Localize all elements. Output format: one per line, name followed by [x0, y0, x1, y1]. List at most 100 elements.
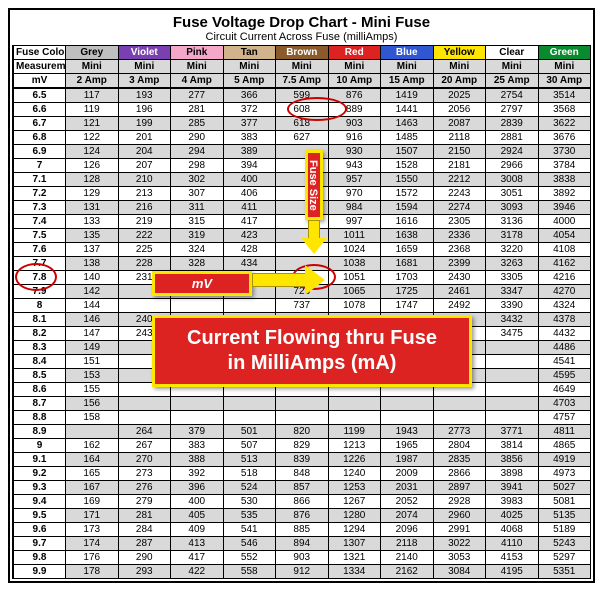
table-cell: 3390 — [486, 299, 539, 313]
col-color-violet: Violet — [118, 46, 171, 60]
table-cell: 1294 — [328, 523, 381, 537]
table-cell — [433, 355, 486, 369]
table-cell: 144 — [66, 299, 119, 313]
table-cell: 1307 — [328, 537, 381, 551]
table-cell — [486, 369, 539, 383]
row-mv: 8 — [13, 299, 66, 313]
table-cell: 4324 — [538, 299, 591, 313]
table-cell: 5243 — [538, 537, 591, 551]
table-cell — [118, 355, 171, 369]
table-cell: 1659 — [381, 243, 434, 257]
table-cell: 848 — [276, 467, 329, 481]
table-cell: 3305 — [486, 271, 539, 285]
table-cell: 319 — [171, 229, 224, 243]
table-cell: 328 — [171, 257, 224, 271]
table-cell: 2009 — [381, 467, 434, 481]
table-cell: 2960 — [433, 509, 486, 523]
table-cell: 1199 — [328, 425, 381, 439]
header-fuse-color: Fuse Color — [13, 46, 66, 60]
row-mv: 7.4 — [13, 215, 66, 229]
table-cell: 153 — [66, 369, 119, 383]
table-cell — [381, 397, 434, 411]
table-cell: 409 — [171, 523, 224, 537]
table-cell: 912 — [276, 565, 329, 579]
table-row: 916226738350782912131965280438144865 — [13, 439, 591, 453]
table-row: 7.814023133243910511703243033054216 — [13, 271, 591, 285]
table-cell: 943 — [328, 159, 381, 173]
table-cell: 3051 — [486, 187, 539, 201]
table-cell: 3676 — [538, 131, 591, 145]
table-cell: 1463 — [381, 117, 434, 131]
table-cell: 193 — [118, 88, 171, 103]
row-mv: 9.5 — [13, 509, 66, 523]
table-row: 71262072983949431528218129663784 — [13, 159, 591, 173]
table-cell: 4595 — [538, 369, 591, 383]
table-cell: 1321 — [328, 551, 381, 565]
table-cell: 173 — [66, 523, 119, 537]
row-mv: 6.6 — [13, 103, 66, 117]
table-cell: 366 — [223, 88, 276, 103]
table-cell: 2924 — [486, 145, 539, 159]
table-cell: 394 — [223, 159, 276, 173]
table-cell: 4162 — [538, 257, 591, 271]
table-cell: 2492 — [433, 299, 486, 313]
table-cell: 4000 — [538, 215, 591, 229]
table-cell: 149 — [66, 341, 119, 355]
table-cell: 857 — [276, 481, 329, 495]
table-cell: 285 — [171, 117, 224, 131]
table-cell: 174 — [66, 537, 119, 551]
table-cell: 3432 — [486, 313, 539, 327]
table-cell: 3263 — [486, 257, 539, 271]
table-cell: 3856 — [486, 453, 539, 467]
table-cell — [171, 411, 224, 425]
table-cell: 3514 — [538, 88, 591, 103]
table-cell: 279 — [118, 495, 171, 509]
table-cell: 388 — [171, 453, 224, 467]
table-cell: 889 — [328, 103, 381, 117]
col-amp-bot-7: 20 Amp — [433, 74, 486, 89]
table-cell: 1253 — [328, 481, 381, 495]
table-cell: 2881 — [486, 131, 539, 145]
table-cell: 307 — [171, 187, 224, 201]
table-cell: 219 — [118, 215, 171, 229]
table-cell: 4649 — [538, 383, 591, 397]
table-cell: 3084 — [433, 565, 486, 579]
table-cell: 2555 — [433, 327, 486, 341]
table-cell: 4108 — [538, 243, 591, 257]
table-cell — [486, 355, 539, 369]
table-cell: 1638 — [381, 229, 434, 243]
table-cell — [276, 215, 329, 229]
table-row: 8.114624034545674710921769252334324378 — [13, 313, 591, 327]
table-cell: 2839 — [486, 117, 539, 131]
row-mv: 7.6 — [13, 243, 66, 257]
table-cell: 2461 — [433, 285, 486, 299]
table-cell: 210 — [118, 173, 171, 187]
table-cell — [171, 397, 224, 411]
table-cell — [223, 341, 276, 355]
col-amp-top-8: Mini — [486, 60, 539, 74]
table-row: 6.81222012903836279161485211828813676 — [13, 131, 591, 145]
table-cell: 2928 — [433, 495, 486, 509]
row-mv: 9 — [13, 439, 66, 453]
table-cell: 1681 — [381, 257, 434, 271]
table-cell: 507 — [223, 439, 276, 453]
table-cell — [171, 369, 224, 383]
row-mv: 8.4 — [13, 355, 66, 369]
col-amp-bot-4: 7.5 Amp — [276, 74, 329, 89]
table-cell — [433, 411, 486, 425]
table-cell: 126 — [66, 159, 119, 173]
table-cell: 1441 — [381, 103, 434, 117]
table-cell: 377 — [223, 117, 276, 131]
table-cell: 293 — [118, 565, 171, 579]
table-cell: 3053 — [433, 551, 486, 565]
table-cell: 196 — [118, 103, 171, 117]
table-row: 6.71211992853776189031463208728393622 — [13, 117, 591, 131]
col-color-tan: Tan — [223, 46, 276, 60]
table-cell: 400 — [171, 495, 224, 509]
table-header: Fuse ColorGreyVioletPinkTanBrownRedBlueY… — [13, 46, 591, 89]
col-color-blue: Blue — [381, 46, 434, 60]
table-cell: 1213 — [328, 439, 381, 453]
table-cell — [328, 369, 381, 383]
table-cell: 117 — [66, 88, 119, 103]
table-cell — [118, 299, 171, 313]
